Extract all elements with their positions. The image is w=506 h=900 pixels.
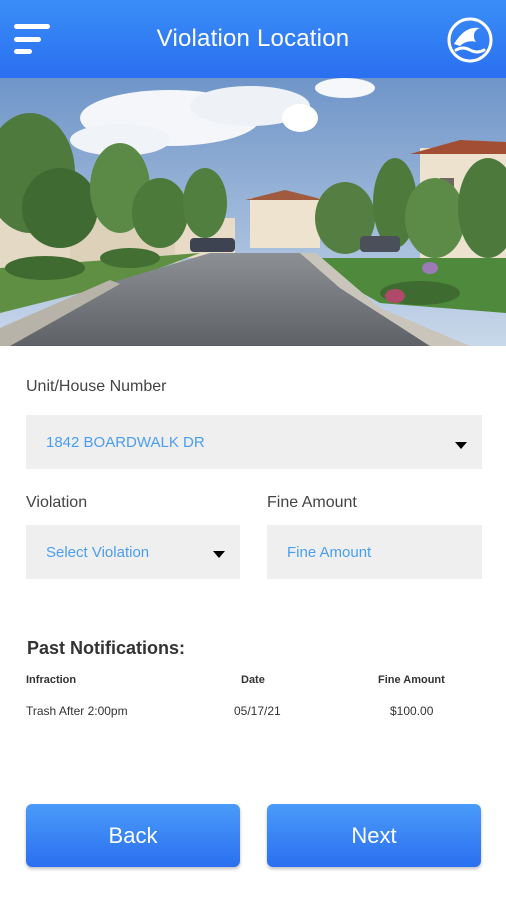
row-date: 05/17/21 xyxy=(234,704,281,718)
fine-label: Fine Amount xyxy=(267,494,357,511)
unit-value: 1842 BOARDWALK DR xyxy=(46,433,205,451)
violation-select[interactable]: Select Violation xyxy=(26,525,240,579)
street-photo xyxy=(0,78,506,346)
app-header: Violation Location xyxy=(0,0,506,78)
hamburger-menu-icon[interactable] xyxy=(14,24,54,54)
violation-placeholder: Select Violation xyxy=(46,543,150,561)
back-button[interactable]: Back xyxy=(26,804,240,867)
column-header-fine: Fine Amount xyxy=(378,674,445,686)
next-button[interactable]: Next xyxy=(267,804,481,867)
unit-label: Unit/House Number xyxy=(26,378,167,395)
unit-select[interactable]: 1842 BOARDWALK DR xyxy=(26,415,482,469)
chevron-down-icon[interactable] xyxy=(455,442,467,449)
column-header-infraction: Infraction xyxy=(26,674,77,686)
violation-label: Violation xyxy=(26,494,88,511)
column-header-date: Date xyxy=(241,674,265,686)
row-fine: $100.00 xyxy=(390,704,434,718)
wave-logo-icon xyxy=(447,17,493,63)
fine-amount-input[interactable]: Fine Amount xyxy=(267,525,482,579)
page-title: Violation Location xyxy=(156,25,350,52)
fine-placeholder: Fine Amount xyxy=(287,543,372,561)
past-notifications-title: Past Notifications: xyxy=(27,638,186,658)
chevron-down-icon[interactable] xyxy=(213,551,225,558)
row-infraction: Trash After 2:00pm xyxy=(26,704,128,718)
